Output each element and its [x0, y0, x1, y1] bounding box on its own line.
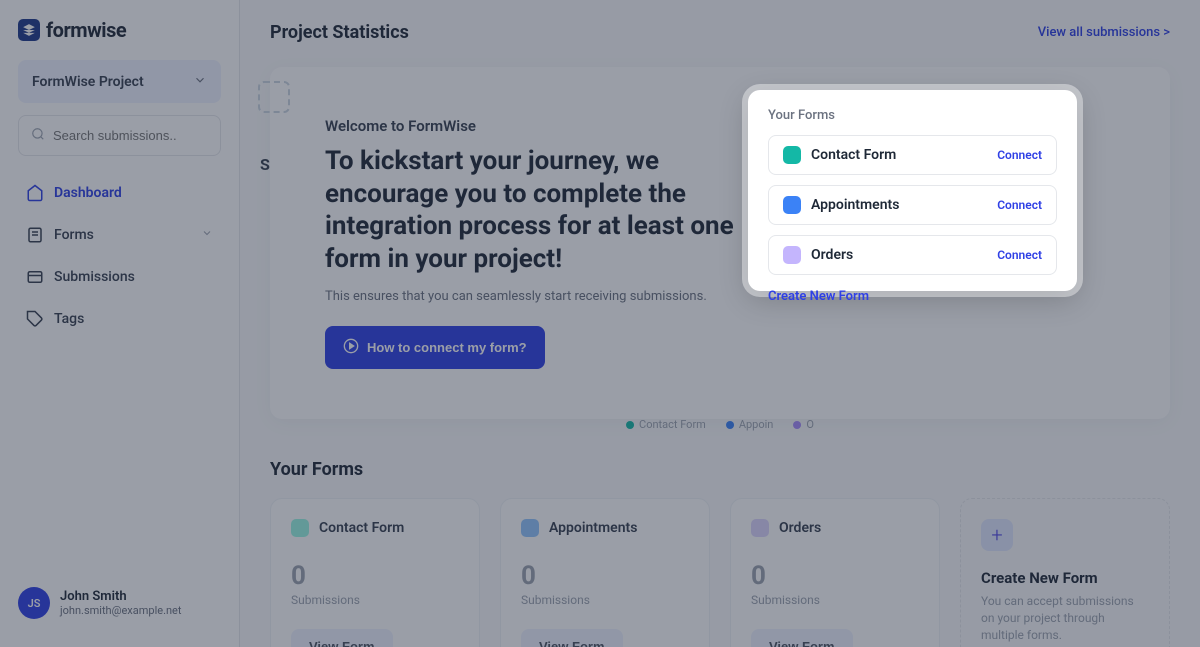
forms-grid: Contact Form 0 Submissions View Form App… — [270, 498, 1170, 647]
forms-panel-spotlight: Your Forms Contact Form Connect Appointm… — [748, 90, 1077, 291]
forms-panel-title: Your Forms — [768, 108, 1057, 123]
nav-label: Tags — [54, 311, 84, 327]
create-card-desc: You can accept submissions on your proje… — [981, 593, 1149, 643]
form-card: Appointments 0 Submissions View Form — [500, 498, 710, 647]
form-row[interactable]: Orders Connect — [768, 235, 1057, 275]
brand-logo: formwise — [18, 18, 221, 42]
home-icon — [26, 184, 44, 202]
create-card-title: Create New Form — [981, 569, 1098, 587]
chart-legend: Contact Form Appoin O — [626, 418, 814, 431]
user-email: john.smith@example.net — [60, 604, 181, 617]
nav-submissions[interactable]: Submissions — [18, 258, 221, 296]
legend-label: Contact Form — [639, 418, 706, 431]
legend-dot-icon — [793, 421, 801, 429]
nav-tags[interactable]: Tags — [18, 300, 221, 338]
brand-text: formwise — [46, 18, 126, 42]
page-title: Project Statistics — [270, 22, 409, 43]
form-card-name: Appointments — [549, 520, 637, 536]
form-card-count: 0 — [291, 561, 459, 591]
form-color-icon — [783, 146, 801, 164]
form-name: Orders — [811, 247, 987, 263]
legend-item: Contact Form — [626, 418, 706, 431]
form-card-count: 0 — [521, 561, 689, 591]
nav-label: Dashboard — [54, 185, 122, 201]
connect-link[interactable]: Connect — [997, 148, 1042, 162]
form-name: Appointments — [811, 197, 987, 213]
legend-label: Appoin — [739, 418, 774, 431]
project-selector[interactable]: FormWise Project — [18, 60, 221, 103]
legend-item: O — [793, 418, 814, 431]
legend-dot-icon — [626, 421, 634, 429]
form-color-icon — [783, 246, 801, 264]
form-color-icon — [751, 519, 769, 537]
your-forms-header: Your Forms — [270, 459, 1170, 480]
user-info: John Smith john.smith@example.net — [60, 589, 181, 617]
form-card-count: 0 — [751, 561, 919, 591]
welcome-subtitle: Welcome to FormWise — [325, 117, 745, 135]
welcome-desc: This ensures that you can seamlessly sta… — [325, 289, 745, 304]
form-card-count-label: Submissions — [751, 593, 919, 607]
avatar: JS — [18, 587, 50, 619]
create-form-card[interactable]: + Create New Form You can accept submiss… — [960, 498, 1170, 647]
connect-link[interactable]: Connect — [997, 248, 1042, 262]
form-icon — [26, 226, 44, 244]
project-selector-label: FormWise Project — [32, 74, 144, 90]
view-form-button[interactable]: View Form — [751, 629, 853, 647]
form-row[interactable]: Contact Form Connect — [768, 135, 1057, 175]
legend-item: Appoin — [726, 418, 774, 431]
form-color-icon — [783, 196, 801, 214]
search-input[interactable] — [53, 128, 208, 143]
chevron-down-icon — [201, 227, 213, 243]
form-name: Contact Form — [811, 147, 987, 163]
form-card: Orders 0 Submissions View Form — [730, 498, 940, 647]
legend-dot-icon — [726, 421, 734, 429]
how-to-connect-button[interactable]: How to connect my form? — [325, 326, 545, 369]
form-card-name: Orders — [779, 520, 821, 536]
form-card-count-label: Submissions — [291, 593, 459, 607]
view-form-button[interactable]: View Form — [291, 629, 393, 647]
button-label: How to connect my form? — [367, 340, 527, 355]
user-profile[interactable]: JS John Smith john.smith@example.net — [18, 577, 221, 629]
create-new-form-link[interactable]: Create New Form — [768, 289, 869, 304]
plus-icon: + — [981, 519, 1013, 551]
form-color-icon — [521, 519, 539, 537]
form-card: Contact Form 0 Submissions View Form — [270, 498, 480, 647]
form-color-icon — [291, 519, 309, 537]
chevron-down-icon — [193, 72, 207, 91]
sidebar: formwise FormWise Project Dashboard — [0, 0, 240, 647]
form-card-count-label: Submissions — [521, 593, 689, 607]
logo-icon — [18, 19, 40, 41]
tag-icon — [26, 310, 44, 328]
inbox-icon — [26, 268, 44, 286]
nav-label: Forms — [54, 227, 94, 243]
legend-label: O — [806, 418, 814, 431]
form-card-name: Contact Form — [319, 520, 404, 536]
nav-label: Submissions — [54, 269, 135, 285]
welcome-title: To kickstart your journey, we encourage … — [325, 145, 745, 275]
page-header: Project Statistics View all submissions … — [270, 22, 1170, 43]
connect-link[interactable]: Connect — [997, 198, 1042, 212]
nav-forms[interactable]: Forms — [18, 216, 221, 254]
search-icon — [31, 126, 45, 145]
user-name: John Smith — [60, 589, 181, 604]
form-row[interactable]: Appointments Connect — [768, 185, 1057, 225]
section-title: Your Forms — [270, 459, 363, 480]
search-box[interactable] — [18, 115, 221, 156]
play-icon — [343, 338, 359, 357]
view-all-link[interactable]: View all submissions > — [1038, 25, 1170, 40]
welcome-left: Welcome to FormWise To kickstart your jo… — [325, 117, 745, 369]
nav-menu: Dashboard Forms Submissions — [18, 174, 221, 338]
view-form-button[interactable]: View Form — [521, 629, 623, 647]
nav-dashboard[interactable]: Dashboard — [18, 174, 221, 212]
